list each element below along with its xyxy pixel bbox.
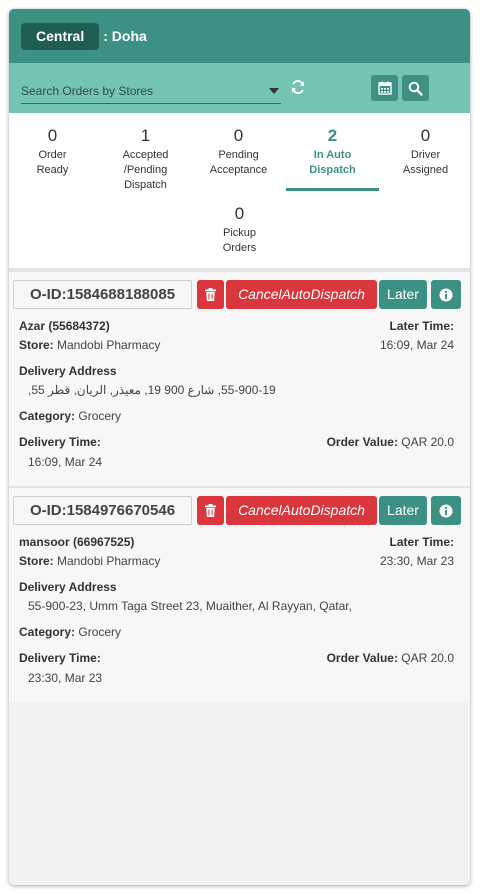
delivery-time-label: Delivery Time: — [19, 651, 101, 665]
tab-label: Accepted — [122, 149, 169, 161]
delivery-time-value: 23:30, Mar 23 — [28, 671, 103, 685]
tab-pending-acceptance[interactable]: 0 Pending Acceptance — [192, 126, 285, 178]
delivery-address-label: Delivery Address — [19, 580, 117, 594]
tab-count: 1 — [140, 126, 151, 145]
trash-icon — [205, 504, 216, 517]
order-card: O-ID:1584976670546 CancelAutoDispatch La… — [9, 488, 470, 702]
later-time-label: Later Time: — [389, 535, 454, 549]
tab-label: /Pending — [123, 164, 168, 176]
city-name: : Doha — [103, 28, 147, 44]
order-id[interactable]: O-ID:1584976670546 — [13, 496, 192, 525]
tab-label: Dispatch — [124, 179, 167, 191]
order-value-line: Order Value: QAR 20.0 — [327, 435, 454, 449]
tab-label: Order — [38, 149, 67, 161]
later-time-value: 16:09, Mar 24 — [379, 338, 454, 352]
store-label: Store: — [19, 554, 54, 568]
info-button[interactable] — [431, 280, 461, 309]
tab-label: Dispatch — [309, 164, 356, 176]
tab-label: Pending — [218, 149, 259, 161]
delete-button[interactable] — [197, 496, 224, 525]
store-name: Mandobi Pharmacy — [57, 338, 161, 352]
tab-label: Acceptance — [209, 164, 268, 176]
order-value: QAR 20.0 — [401, 435, 454, 449]
tab-order-ready[interactable]: 0 Order Ready — [9, 126, 99, 178]
category-value: Grocery — [78, 625, 122, 639]
tab-pickup-orders[interactable]: 0 Pickup Orders — [193, 204, 286, 256]
order-value-line: Order Value: QAR 20.0 — [327, 651, 454, 665]
active-tab-indicator — [286, 188, 379, 191]
order-card: O-ID:1584688188085 CancelAutoDispatch La… — [9, 272, 470, 486]
later-button[interactable]: Later — [379, 280, 427, 309]
delivery-address-value: 55-900-23, Umm Taga Street 23, Muaither,… — [28, 599, 352, 613]
later-button[interactable]: Later — [379, 496, 427, 525]
city-badge[interactable]: Central — [21, 22, 100, 50]
delivery-time-value: 16:09, Mar 24 — [28, 455, 103, 469]
search-icon — [408, 81, 423, 96]
cancel-auto-dispatch-button[interactable]: CancelAutoDispatch — [226, 280, 377, 309]
order-actions: O-ID:1584688188085 CancelAutoDispatch La… — [9, 272, 470, 310]
info-button[interactable] — [431, 496, 461, 525]
tab-count: 0 — [47, 126, 58, 145]
trash-icon — [205, 288, 216, 301]
store-search-select[interactable]: Search Orders by Stores — [21, 78, 281, 104]
category-line: Category: Grocery — [19, 625, 121, 639]
order-actions: O-ID:1584976670546 CancelAutoDispatch La… — [9, 488, 470, 526]
customer-name: mansoor (66967525) — [19, 535, 135, 549]
tab-count: 0 — [233, 126, 244, 145]
delivery-address-label: Delivery Address — [19, 364, 117, 378]
order-value-label: Order Value: — [326, 435, 398, 449]
category-line: Category: Grocery — [19, 409, 121, 423]
tab-label: In Auto — [313, 149, 352, 161]
calendar-icon — [377, 81, 392, 95]
search-placeholder: Search Orders by Stores — [21, 83, 154, 98]
order-id[interactable]: O-ID:1584688188085 — [13, 280, 192, 309]
tab-label: Assigned — [402, 164, 449, 176]
delivery-address-value: 55-900-19, شارع 900 19, معيذر, الريان, ق… — [28, 383, 276, 397]
cancel-auto-dispatch-button[interactable]: CancelAutoDispatch — [226, 496, 377, 525]
later-time-value: 23:30, Mar 23 — [379, 554, 454, 568]
tab-count: 0 — [234, 204, 245, 223]
store-name: Mandobi Pharmacy — [57, 554, 161, 568]
tab-label: Pickup — [222, 227, 257, 239]
calendar-button[interactable] — [371, 75, 398, 101]
search-button[interactable] — [402, 75, 429, 101]
order-value: QAR 20.0 — [401, 651, 454, 665]
delivery-time-label: Delivery Time: — [19, 435, 101, 449]
tab-label: Orders — [222, 242, 257, 254]
header: Central : Doha — [9, 9, 470, 63]
delete-button[interactable] — [197, 280, 224, 309]
refresh-icon[interactable] — [290, 79, 306, 95]
tab-label: Ready — [36, 164, 69, 176]
category-value: Grocery — [78, 409, 122, 423]
category-label: Category: — [19, 409, 76, 423]
tab-label: Driver — [410, 149, 441, 161]
tab-count: 2 — [327, 126, 338, 145]
dispatch-panel: Central : Doha Search Orders by Stores 0… — [9, 9, 470, 885]
search-bar: Search Orders by Stores — [9, 63, 470, 113]
store-line: Store: Mandobi Pharmacy — [19, 338, 160, 352]
tab-in-auto-dispatch[interactable]: 2 In Auto Dispatch — [286, 126, 379, 178]
store-label: Store: — [19, 338, 54, 352]
status-tabs: 0 Order Ready 1 Accepted /Pending Dispat… — [9, 113, 470, 268]
info-icon — [439, 504, 453, 517]
later-time-label: Later Time: — [389, 319, 454, 333]
tab-count: 0 — [420, 126, 431, 145]
chevron-down-icon — [269, 87, 279, 94]
info-icon — [439, 288, 453, 301]
order-value-label: Order Value: — [326, 651, 398, 665]
tab-driver-assigned[interactable]: 0 Driver Assigned — [379, 126, 470, 178]
category-label: Category: — [19, 625, 76, 639]
tab-accepted-pending-dispatch[interactable]: 1 Accepted /Pending Dispatch — [99, 126, 192, 193]
customer-name: Azar (55684372) — [19, 319, 110, 333]
store-line: Store: Mandobi Pharmacy — [19, 554, 160, 568]
